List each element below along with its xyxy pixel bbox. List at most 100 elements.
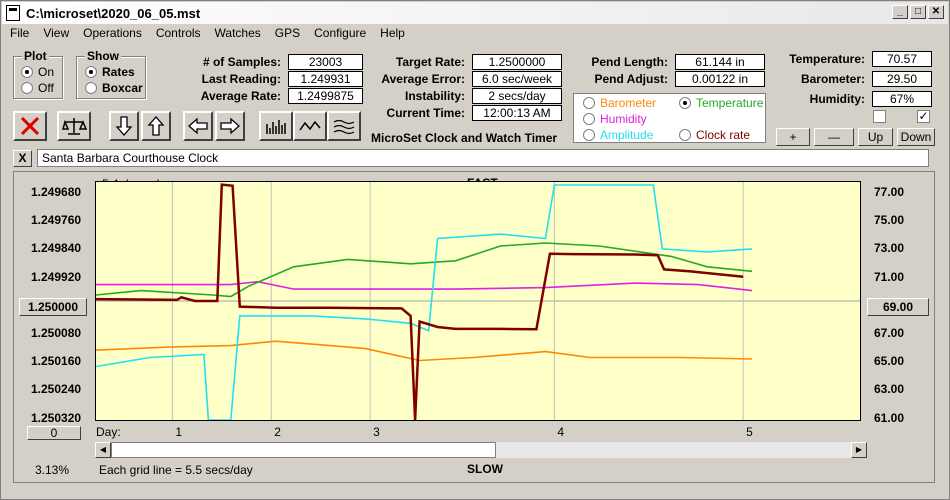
- menu-configure[interactable]: Configure: [307, 24, 373, 42]
- x-tick-label: 3: [373, 425, 380, 439]
- plot-group-label: Plot: [22, 49, 49, 63]
- temperature-field: 70.57: [872, 51, 932, 67]
- env-checkbox-1[interactable]: [873, 110, 886, 123]
- arrow-up-icon: [147, 116, 165, 136]
- center-rate-button[interactable]: 1.250000: [19, 298, 87, 316]
- red-x-icon: [20, 116, 40, 136]
- rate-up-button[interactable]: [141, 111, 171, 141]
- menu-bar: File View Operations Controls Watches GP…: [3, 24, 412, 42]
- arrow-down-icon: [115, 116, 133, 136]
- menu-controls[interactable]: Controls: [149, 24, 208, 42]
- clock-name-field[interactable]: Santa Barbara Courthouse Clock: [37, 149, 929, 167]
- x-tick-label: 1: [175, 425, 183, 439]
- radio-icon: [583, 97, 595, 109]
- app-name-label: MicroSet Clock and Watch Timer: [371, 131, 558, 145]
- right-center-button[interactable]: 69.00: [867, 298, 929, 316]
- pend-length-label: Pend Length:: [591, 55, 668, 69]
- radio-icon: [583, 129, 595, 141]
- down-button[interactable]: Down: [897, 128, 935, 146]
- env-checkbox-2[interactable]: ✓: [917, 110, 930, 123]
- pend-adjust-field: 0.00122 in: [675, 71, 765, 87]
- scale-icon: [62, 118, 87, 135]
- zero-button[interactable]: 0: [27, 426, 81, 440]
- last-reading-field: 1.249931: [288, 71, 363, 87]
- samples-label: # of Samples:: [202, 55, 281, 69]
- y-left-tick-label: 1.250160: [31, 354, 82, 369]
- average-error-label: Average Error:: [381, 72, 465, 86]
- title-bar[interactable]: C:\microset\2020_06_05.mst _ □ ✕: [2, 2, 948, 24]
- stop-button[interactable]: [13, 111, 47, 141]
- up-button[interactable]: Up: [858, 128, 893, 146]
- radio-selected-icon: [679, 97, 691, 109]
- chart-svg: [95, 182, 860, 421]
- y-right-tick-label: 77.00: [874, 185, 905, 199]
- scroll-right-arrow-icon[interactable]: ▶: [851, 442, 867, 458]
- temperature-label: Temperature:: [789, 52, 865, 66]
- show-rates-radio[interactable]: Rates: [85, 65, 135, 79]
- y-right-tick-label: 71.00: [874, 269, 905, 284]
- plus-button[interactable]: +: [776, 128, 810, 146]
- radio-selected-icon: [85, 66, 97, 78]
- average-rate-label: Average Rate:: [200, 89, 281, 103]
- series-clockrate-radio[interactable]: Clock rate: [679, 128, 750, 142]
- series-temperature-radio[interactable]: Temperature: [679, 96, 763, 110]
- barometer-label: Barometer:: [800, 72, 865, 86]
- average-error-field: 6.0 sec/week: [472, 71, 562, 87]
- balance-button[interactable]: [57, 111, 91, 141]
- humidity-label: Humidity:: [809, 92, 865, 106]
- minus-button[interactable]: —: [814, 128, 854, 146]
- y-left-tick-label: 1.249760: [31, 213, 82, 228]
- arrow-left-icon: [188, 117, 208, 135]
- maximize-button[interactable]: □: [910, 5, 926, 19]
- clear-clock-button[interactable]: X: [13, 150, 32, 167]
- y-left-tick-label: 1.250240: [31, 382, 82, 397]
- app-icon: [6, 5, 20, 21]
- y-right-tick-label: 73.00: [874, 241, 905, 256]
- percent-label: 3.13%: [35, 463, 70, 477]
- y-right-tick-label: 63.00: [874, 382, 905, 397]
- menu-view[interactable]: View: [36, 24, 76, 42]
- x-tick-label: 2: [274, 425, 281, 439]
- show-boxcar-radio[interactable]: Boxcar: [85, 81, 143, 95]
- plot-on-radio[interactable]: On: [21, 65, 54, 79]
- menu-help[interactable]: Help: [373, 24, 412, 42]
- target-rate-field[interactable]: 1.2500000: [472, 54, 562, 70]
- y-right-tick-label: 65.00: [874, 354, 905, 369]
- instability-label: Instability:: [404, 89, 465, 103]
- samples-field: 23003: [288, 54, 363, 70]
- menu-operations[interactable]: Operations: [76, 24, 149, 42]
- pend-length-field: 61.144 in: [675, 54, 765, 70]
- chart-area: [95, 181, 861, 421]
- scroll-left-button[interactable]: [183, 111, 213, 141]
- series-line-amplitude: [95, 184, 753, 421]
- minimize-button[interactable]: _: [892, 5, 908, 19]
- multi-wave-icon: [333, 119, 355, 135]
- menu-watches[interactable]: Watches: [208, 24, 268, 42]
- humidity-field: 67%: [872, 91, 932, 107]
- multi-line-view-button[interactable]: [327, 111, 361, 141]
- line-view-button[interactable]: [293, 111, 327, 141]
- y-right-tick-label: 67.00: [874, 326, 905, 340]
- series-line-humidity: [96, 280, 753, 292]
- menu-file[interactable]: File: [3, 24, 36, 42]
- series-humidity-radio[interactable]: Humidity: [583, 112, 647, 126]
- series-barometer-radio[interactable]: Barometer: [583, 96, 656, 110]
- day-axis-label: Day:: [96, 425, 121, 439]
- x-tick-label: 4: [557, 425, 565, 439]
- rate-down-button[interactable]: [109, 111, 139, 141]
- scroll-left-arrow-icon[interactable]: ◀: [95, 442, 111, 458]
- y-left-tick-label: 1.249680: [31, 185, 82, 199]
- average-rate-field: 1.2499875: [288, 88, 363, 104]
- bars-view-button[interactable]: [259, 111, 293, 141]
- plot-off-radio[interactable]: Off: [21, 81, 54, 95]
- barometer-field: 29.50: [872, 71, 932, 87]
- scrollbar-thumb[interactable]: [111, 442, 496, 458]
- app-window: C:\microset\2020_06_05.mst _ □ ✕ File Vi…: [0, 0, 950, 500]
- menu-gps[interactable]: GPS: [268, 24, 307, 42]
- close-button[interactable]: ✕: [928, 5, 944, 19]
- series-amplitude-radio[interactable]: Amplitude: [583, 128, 653, 142]
- scroll-right-button[interactable]: [215, 111, 245, 141]
- y-left-tick-label: 1.250080: [31, 326, 82, 340]
- time-scrollbar[interactable]: ◀ ▶: [95, 442, 867, 458]
- pend-adjust-label: Pend Adjust:: [594, 72, 668, 86]
